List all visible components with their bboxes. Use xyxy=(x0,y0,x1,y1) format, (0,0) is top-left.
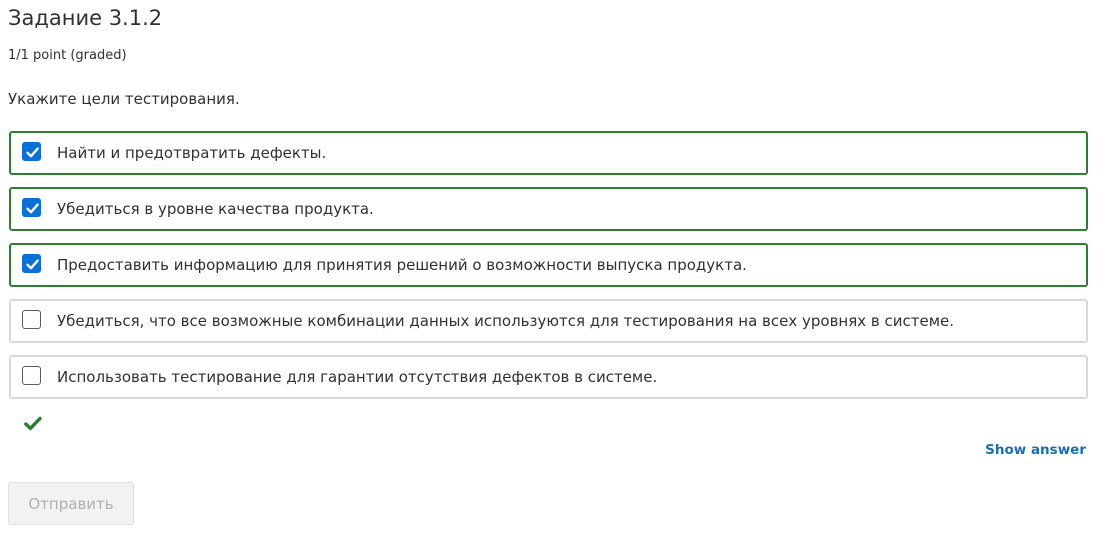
choice-label: Использовать тестирование для гарантии о… xyxy=(57,368,658,386)
checkmark-icon xyxy=(26,147,39,158)
problem-title: Задание 3.1.2 xyxy=(8,6,163,30)
checkmark-icon xyxy=(26,259,39,270)
choice-item[interactable]: Найти и предотвратить дефекты. xyxy=(9,131,1088,175)
correct-status-checkmark-icon xyxy=(24,416,42,435)
choice-item[interactable]: Убедиться, что все возможные комбинации … xyxy=(9,299,1088,343)
checkbox-unchecked[interactable] xyxy=(22,310,41,329)
submit-button[interactable]: Отправить xyxy=(8,482,134,525)
choice-label: Предоставить информацию для принятия реш… xyxy=(57,256,747,274)
question-prompt: Укажите цели тестирования. xyxy=(8,90,240,108)
choice-label: Убедиться, что все возможные комбинации … xyxy=(57,312,955,330)
choice-item[interactable]: Предоставить информацию для принятия реш… xyxy=(9,243,1088,287)
checkbox-checked[interactable] xyxy=(22,198,41,217)
choice-item[interactable]: Использовать тестирование для гарантии о… xyxy=(9,355,1088,399)
show-answer-link[interactable]: Show answer xyxy=(985,441,1086,459)
checkbox-checked[interactable] xyxy=(22,254,41,273)
choice-label: Убедиться в уровне качества продукта. xyxy=(57,200,374,218)
choice-item[interactable]: Убедиться в уровне качества продукта. xyxy=(9,187,1088,231)
checkmark-icon xyxy=(26,203,39,214)
problem-grade: 1/1 point (graded) xyxy=(8,48,127,63)
checkbox-checked[interactable] xyxy=(22,142,41,161)
choice-label: Найти и предотвратить дефекты. xyxy=(57,144,327,162)
checkbox-unchecked[interactable] xyxy=(22,366,41,385)
